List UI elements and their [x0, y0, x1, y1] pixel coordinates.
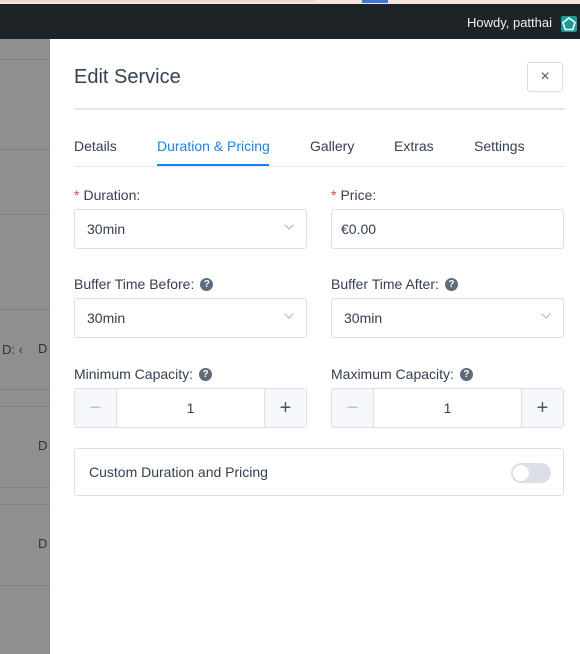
- header-divider: [74, 108, 565, 110]
- backdrop-divider: [0, 504, 50, 505]
- min-capacity-stepper: − 1 +: [74, 388, 307, 428]
- max-capacity-stepper: − 1 +: [331, 388, 564, 428]
- browser-tab[interactable]: [0, 0, 315, 2]
- backdrop-divider: [0, 487, 50, 488]
- backdrop-divider: [0, 585, 50, 586]
- decrement-button[interactable]: −: [75, 389, 117, 427]
- custom-pricing-toggle[interactable]: [511, 463, 551, 483]
- chevron-down-icon: [284, 224, 294, 230]
- help-icon[interactable]: ?: [459, 367, 473, 381]
- price-input[interactable]: €0.00: [331, 209, 564, 249]
- active-tab-indicator: [157, 164, 269, 166]
- tab-duration-pricing[interactable]: Duration & Pricing: [157, 138, 270, 154]
- decrement-button[interactable]: −: [332, 389, 374, 427]
- max-capacity-label-text: Maximum Capacity:: [331, 366, 454, 382]
- page-backdrop: D: ‹ D D D: [0, 39, 50, 654]
- backdrop-divider: [0, 389, 50, 390]
- price-label: * Price:: [331, 187, 376, 203]
- min-capacity-label-text: Minimum Capacity:: [74, 366, 194, 382]
- required-mark: *: [74, 187, 80, 203]
- duration-label-text: Duration:: [83, 187, 141, 203]
- buffer-before-label-text: Buffer Time Before:: [74, 276, 195, 292]
- tab-extras[interactable]: Extras: [394, 138, 434, 154]
- admin-bar: Howdy, patthai: [0, 4, 580, 39]
- buffer-after-label-text: Buffer Time After:: [331, 276, 439, 292]
- backdrop-divider: [0, 149, 50, 150]
- help-icon[interactable]: ?: [200, 277, 214, 291]
- backdrop-text: D: [38, 341, 48, 356]
- increment-button[interactable]: +: [264, 389, 306, 427]
- duration-value: 30min: [87, 221, 126, 237]
- buffer-after-select[interactable]: 30min: [331, 298, 564, 338]
- toggle-knob: [513, 465, 529, 481]
- buffer-before-value: 30min: [87, 310, 126, 326]
- increment-button[interactable]: +: [521, 389, 563, 427]
- admin-greeting[interactable]: Howdy, patthai: [467, 15, 552, 30]
- tab-settings[interactable]: Settings: [474, 138, 525, 154]
- close-button[interactable]: ×: [527, 62, 563, 92]
- backdrop-divider: [0, 59, 50, 60]
- backdrop-text: D: [38, 438, 48, 453]
- price-label-text: Price:: [340, 187, 377, 203]
- edit-service-panel: Edit Service × Details Duration & Pricin…: [50, 39, 580, 654]
- browser-active-indicator: [362, 0, 388, 3]
- backdrop-text: D: [38, 536, 48, 551]
- buffer-before-label: Buffer Time Before: ?: [74, 276, 214, 292]
- tab-bar: Details Duration & Pricing Gallery Extra…: [74, 138, 565, 167]
- help-icon[interactable]: ?: [199, 367, 213, 381]
- avatar-icon[interactable]: [561, 16, 577, 32]
- panel-title: Edit Service: [74, 66, 181, 88]
- help-icon[interactable]: ?: [444, 277, 458, 291]
- required-mark: *: [331, 187, 337, 203]
- buffer-after-label: Buffer Time After: ?: [331, 276, 458, 292]
- backdrop-divider: [0, 214, 50, 215]
- max-capacity-value[interactable]: 1: [373, 389, 522, 427]
- close-icon: ×: [540, 68, 550, 85]
- buffer-after-value: 30min: [344, 310, 383, 326]
- backdrop-divider: [0, 406, 50, 407]
- max-capacity-label: Maximum Capacity: ?: [331, 366, 473, 382]
- chevron-down-icon: [284, 313, 294, 319]
- chevron-down-icon: [541, 313, 551, 319]
- buffer-before-select[interactable]: 30min: [74, 298, 307, 338]
- backdrop-divider: [0, 309, 50, 310]
- duration-select[interactable]: 30min: [74, 209, 307, 249]
- custom-pricing-card: Custom Duration and Pricing: [74, 448, 564, 496]
- duration-label: * Duration:: [74, 187, 140, 203]
- min-capacity-value[interactable]: 1: [116, 389, 265, 427]
- backdrop-text: D: ‹: [2, 342, 23, 357]
- custom-pricing-label: Custom Duration and Pricing: [89, 464, 268, 480]
- tab-details[interactable]: Details: [74, 138, 117, 154]
- min-capacity-label: Minimum Capacity: ?: [74, 366, 213, 382]
- price-value: €0.00: [341, 221, 377, 237]
- tab-gallery[interactable]: Gallery: [310, 138, 354, 154]
